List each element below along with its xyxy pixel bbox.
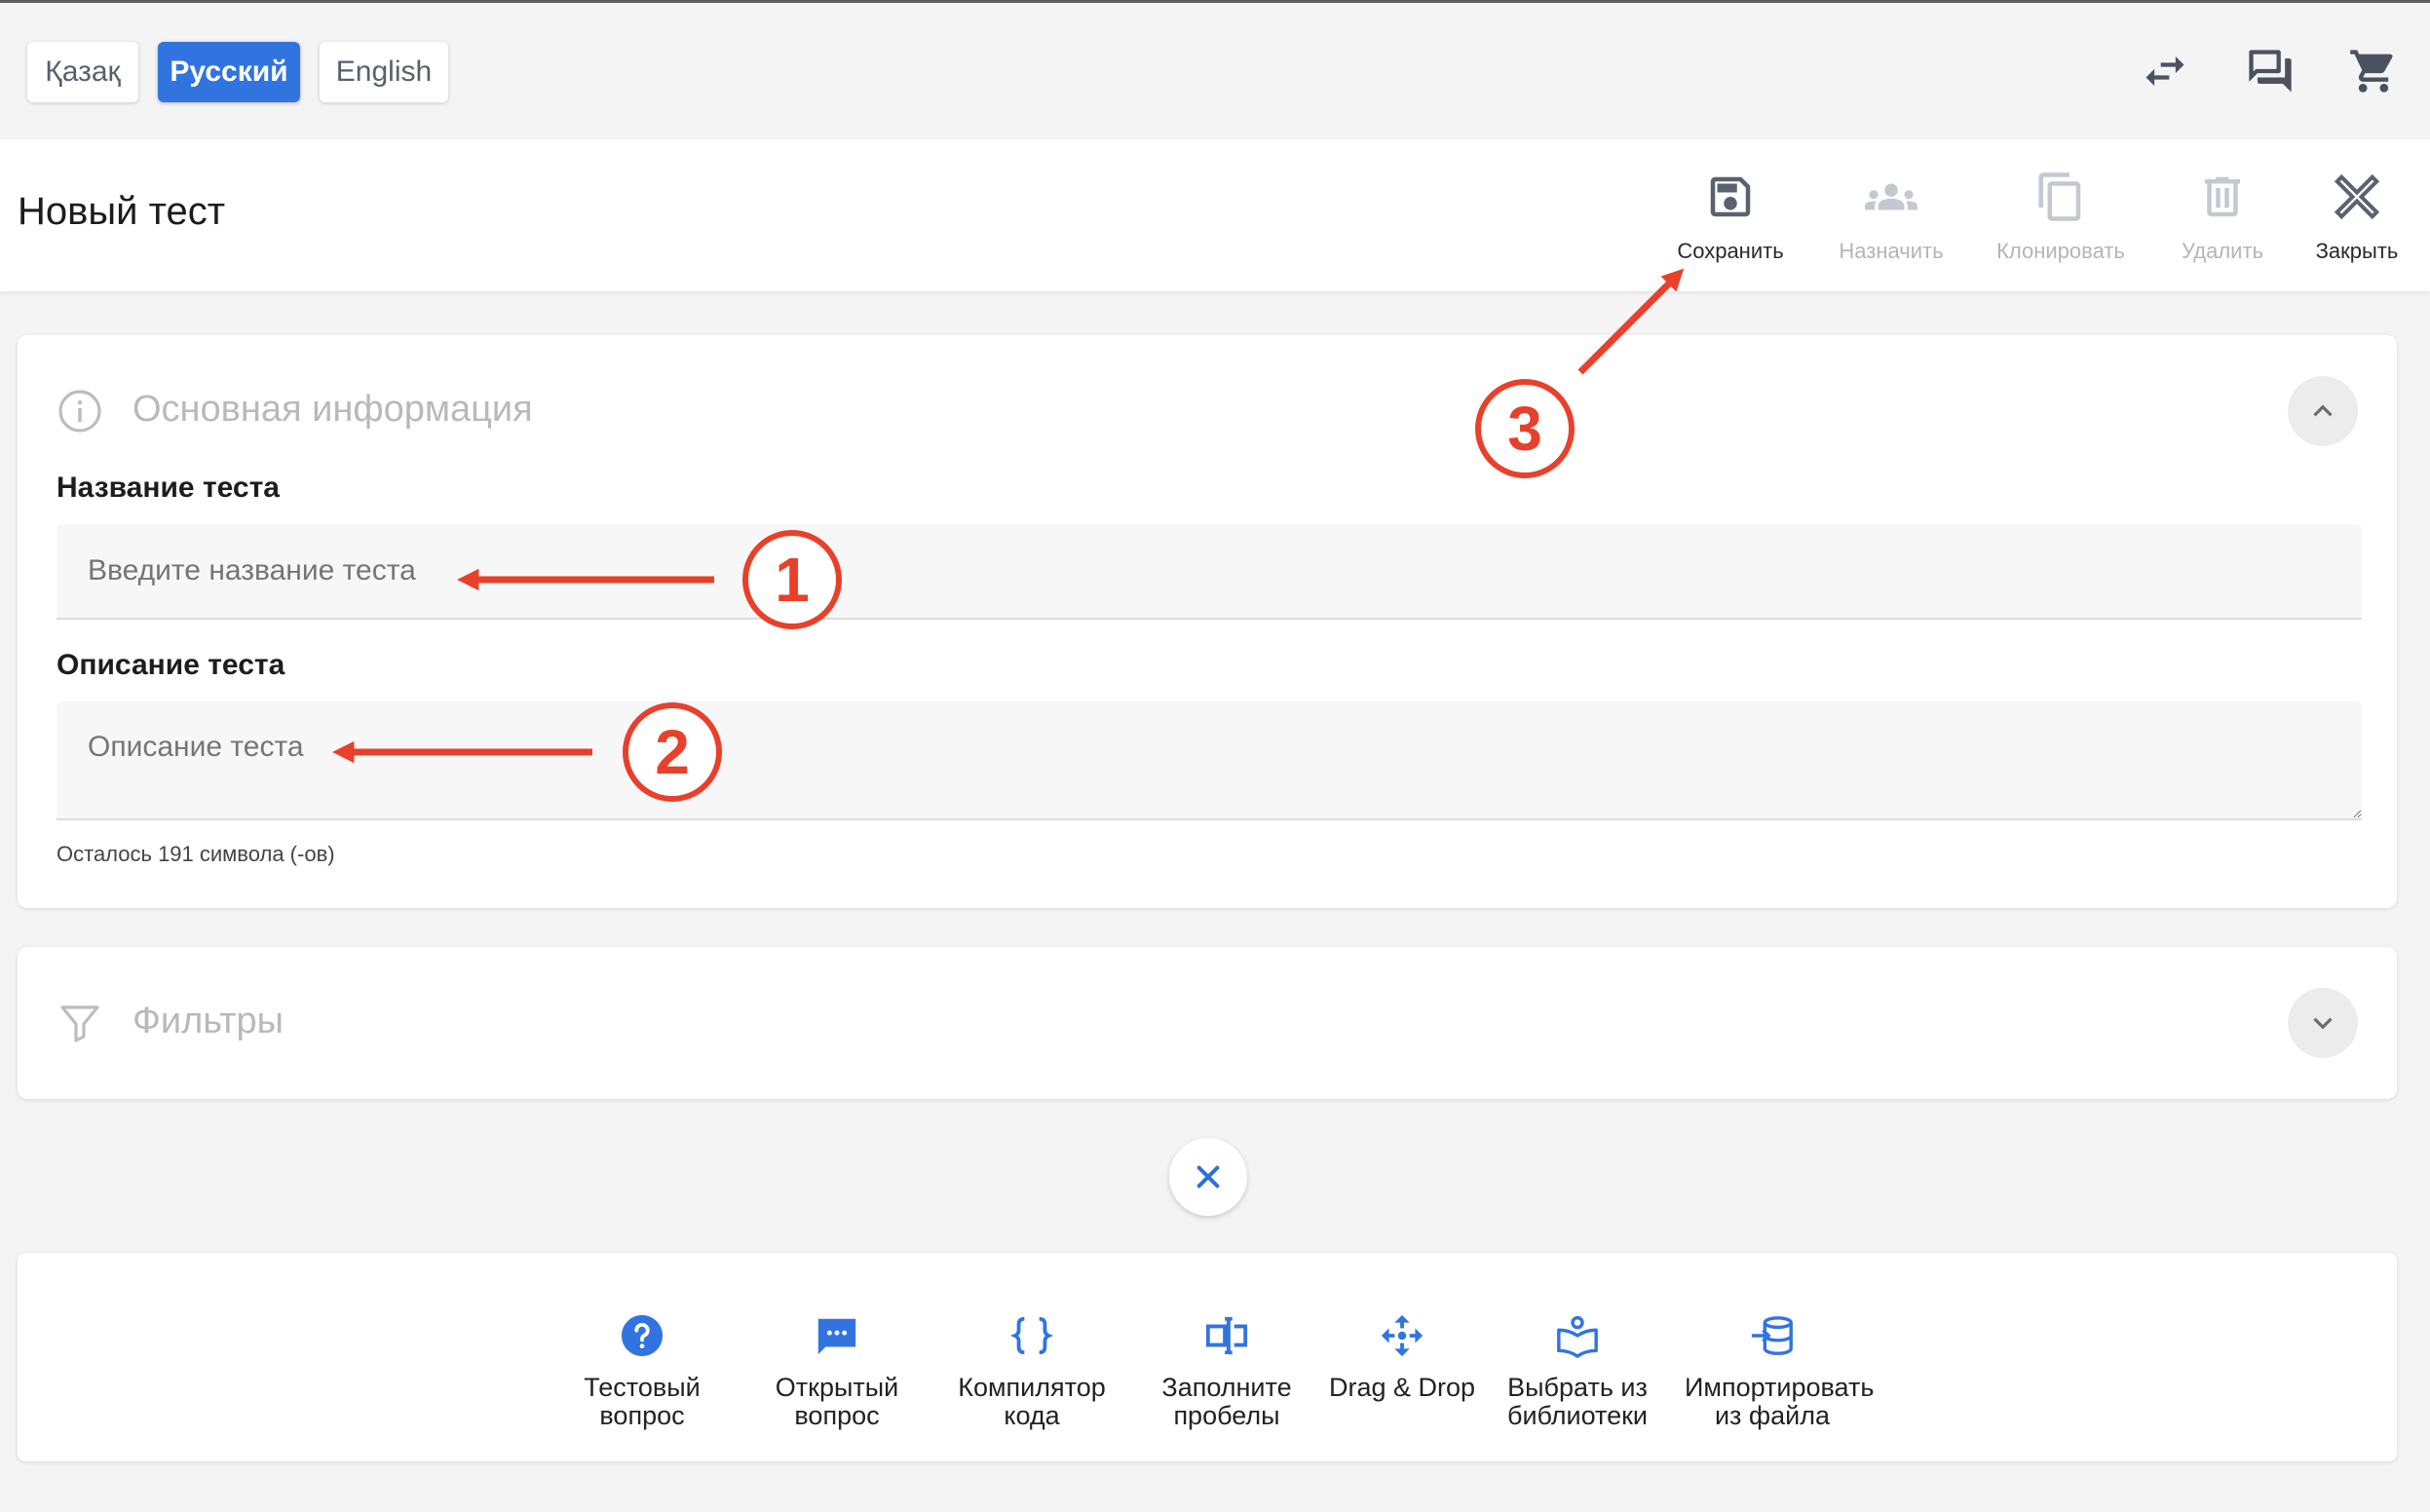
lang-russian-button[interactable]: Русский bbox=[158, 42, 300, 102]
close-label: Закрыть bbox=[2315, 239, 2399, 263]
delete-button[interactable]: Удалить bbox=[2169, 167, 2276, 274]
assign-button[interactable]: Назначить bbox=[1828, 167, 1955, 274]
trash-icon bbox=[2169, 167, 2276, 227]
text-cursor-icon bbox=[1139, 1311, 1314, 1360]
copy-icon bbox=[1988, 167, 2134, 227]
code-compiler-label: Компилятор кода bbox=[958, 1373, 1106, 1430]
save-icon bbox=[1662, 167, 1799, 227]
chevron-down-icon bbox=[2313, 1017, 2333, 1030]
test-name-input[interactable] bbox=[57, 524, 2362, 620]
swap-icon[interactable] bbox=[2140, 46, 2190, 96]
open-question-label: Открытый вопрос bbox=[775, 1373, 899, 1430]
filter-icon bbox=[57, 1000, 103, 1046]
close-icon bbox=[1196, 1165, 1220, 1189]
add-code-compiler-button[interactable]: Компилятор кода bbox=[944, 1311, 1120, 1430]
basic-info-card: Основная информация Название теста Описа… bbox=[18, 335, 2397, 908]
clone-button[interactable]: Клонировать bbox=[1988, 167, 2134, 274]
import-database-icon bbox=[1685, 1311, 1860, 1360]
page-header: Новый тест Сохранить Назначить Клонирова… bbox=[0, 139, 2430, 291]
fill-blanks-label: Заполните пробелы bbox=[1161, 1373, 1292, 1430]
code-braces-icon bbox=[944, 1311, 1120, 1360]
add-fill-blanks-button[interactable]: Заполните пробелы bbox=[1139, 1311, 1314, 1430]
chat-icon[interactable] bbox=[2245, 46, 2296, 96]
test-description-textarea[interactable] bbox=[57, 701, 2362, 820]
chevron-up-icon bbox=[2313, 404, 2333, 417]
page-title: Новый тест bbox=[18, 190, 226, 233]
question-type-bar: Тестовый вопрос Открытый вопрос Компилят… bbox=[18, 1253, 2397, 1461]
import-from-file-button[interactable]: Импортировать из файла bbox=[1685, 1311, 1875, 1430]
drag-drop-label: Drag & Drop bbox=[1328, 1373, 1476, 1402]
test-question-label: Тестовый вопрос bbox=[584, 1373, 701, 1430]
close-question-panel-button[interactable] bbox=[1169, 1138, 1247, 1216]
library-label: Выбрать из библиотеки bbox=[1506, 1373, 1649, 1430]
collapse-basic-info-button[interactable] bbox=[2288, 376, 2358, 446]
basic-info-title: Основная информация bbox=[133, 389, 533, 430]
filters-card: Фильтры bbox=[18, 947, 2397, 1099]
close-tools-icon bbox=[2303, 167, 2411, 227]
clone-label: Клонировать bbox=[1996, 239, 2125, 263]
save-label: Сохранить bbox=[1677, 239, 1784, 263]
info-icon bbox=[57, 388, 103, 435]
close-page-button[interactable]: Закрыть bbox=[2303, 167, 2411, 274]
add-drag-drop-button[interactable]: Drag & Drop bbox=[1314, 1311, 1490, 1402]
add-test-question-button[interactable]: Тестовый вопрос bbox=[554, 1311, 730, 1430]
comment-dots-icon bbox=[749, 1311, 925, 1360]
move-arrows-icon bbox=[1314, 1311, 1490, 1360]
expand-filters-button[interactable] bbox=[2288, 988, 2358, 1058]
save-button[interactable]: Сохранить bbox=[1662, 167, 1799, 274]
language-bar: Қазақ Русский English bbox=[0, 3, 2430, 139]
group-icon bbox=[1828, 167, 1955, 227]
chars-left-counter: Осталось 191 символа (-ов) bbox=[57, 842, 335, 866]
delete-label: Удалить bbox=[2182, 239, 2263, 263]
test-name-label: Название теста bbox=[57, 472, 280, 504]
add-open-question-button[interactable]: Открытый вопрос bbox=[749, 1311, 925, 1430]
question-circle-icon bbox=[554, 1311, 730, 1360]
lang-english-button[interactable]: English bbox=[320, 42, 448, 102]
test-description-label: Описание теста bbox=[57, 649, 285, 681]
lang-kazakh-button[interactable]: Қазақ bbox=[27, 42, 138, 102]
import-file-label: Импортировать из файла bbox=[1685, 1373, 1875, 1430]
choose-from-library-button[interactable]: Выбрать из библиотеки bbox=[1490, 1311, 1665, 1430]
filters-title: Фильтры bbox=[133, 1001, 284, 1041]
cart-icon[interactable] bbox=[2348, 46, 2399, 96]
library-book-icon bbox=[1490, 1311, 1665, 1360]
assign-label: Назначить bbox=[1839, 239, 1944, 263]
